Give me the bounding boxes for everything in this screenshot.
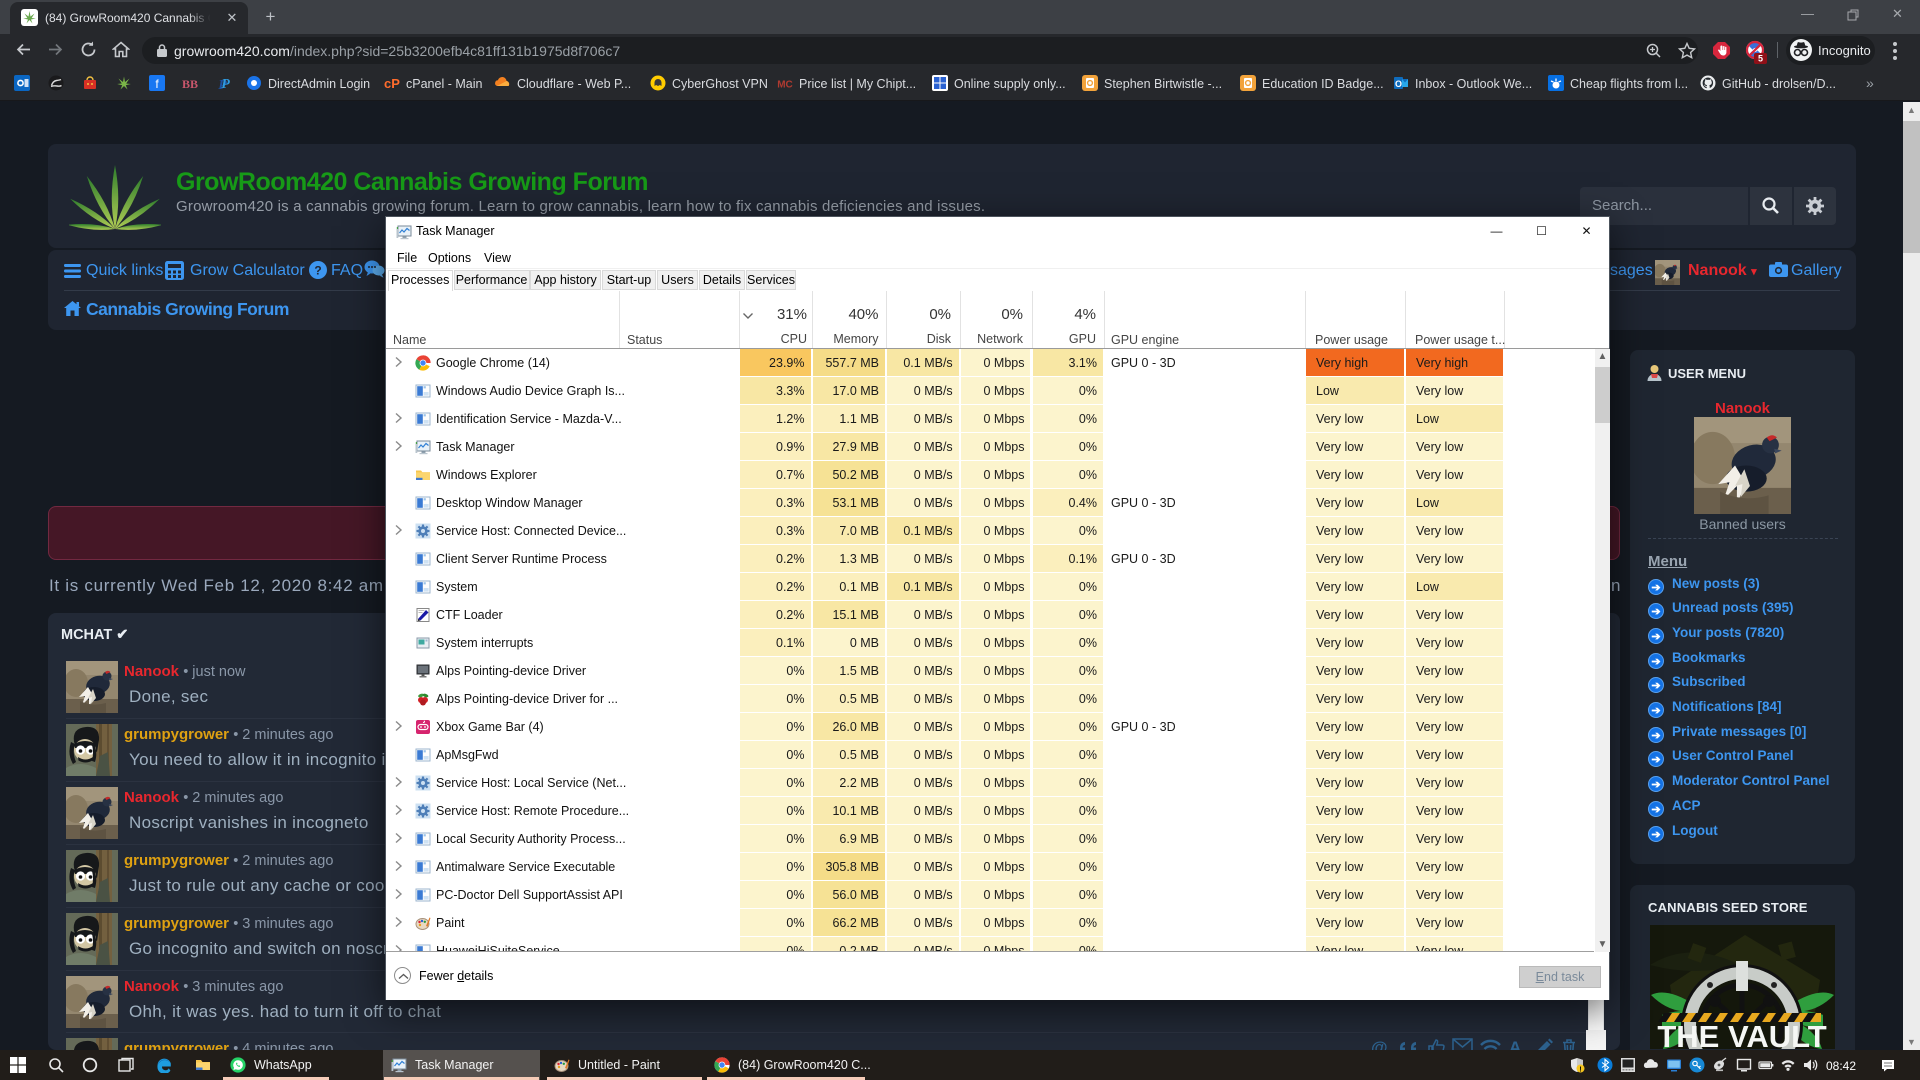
svg-text:THE VAULT: THE VAULT	[1657, 1019, 1826, 1049]
svg-text:?: ?	[314, 264, 321, 278]
svg-text:cP: cP	[384, 76, 400, 91]
svg-text:MC: MC	[777, 80, 793, 91]
svg-text:BB: BB	[182, 77, 198, 91]
svg-text:5: 5	[1758, 54, 1763, 64]
svg-text:P: P	[221, 77, 230, 91]
svg-text:O: O	[1395, 79, 1402, 89]
svg-text:!: !	[1579, 1066, 1581, 1073]
